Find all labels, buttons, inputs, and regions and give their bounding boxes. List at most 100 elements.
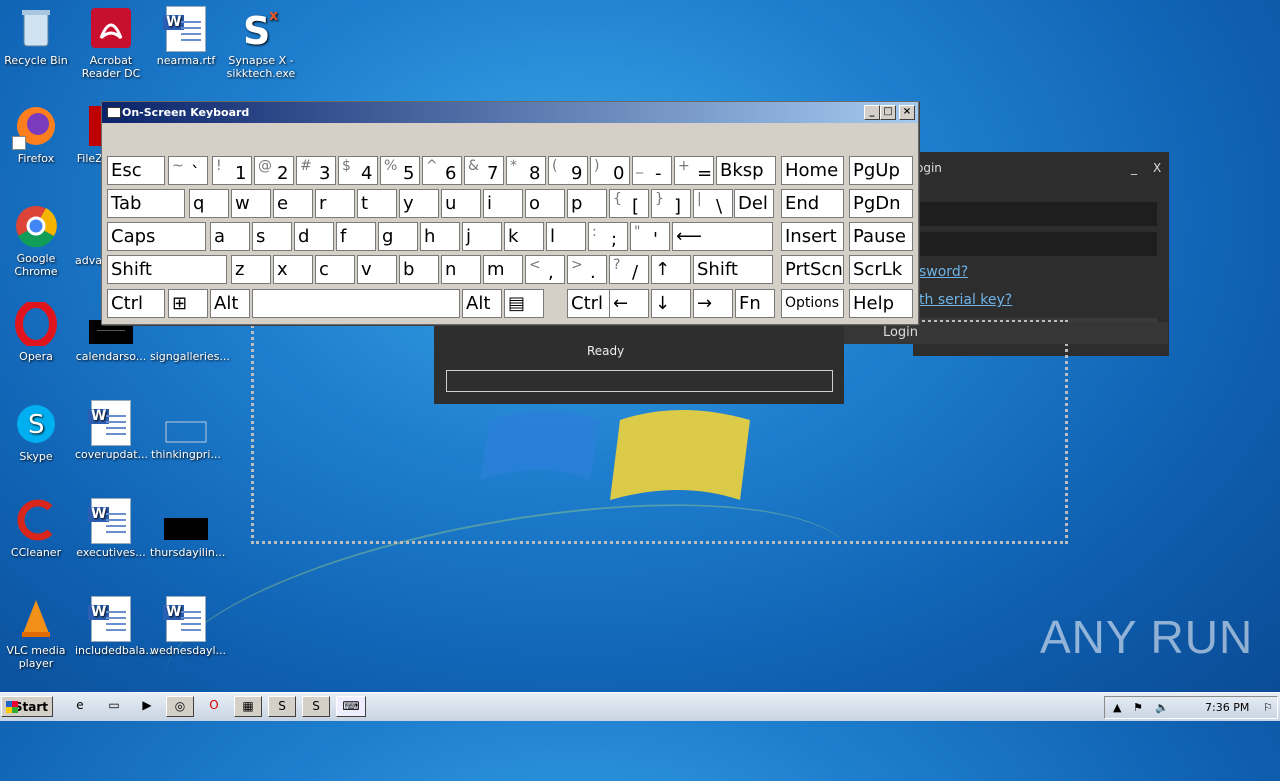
key-options[interactable]: Options xyxy=(781,289,844,318)
password-field[interactable] xyxy=(919,232,1157,256)
key-l[interactable]: l xyxy=(546,222,586,251)
key-row1-8[interactable]: & 7 xyxy=(464,156,504,185)
key-k[interactable]: k xyxy=(504,222,544,251)
key-←[interactable]: ← xyxy=(609,289,649,318)
osk-minimize-button[interactable]: _ xyxy=(864,105,880,120)
key-alt[interactable]: Alt xyxy=(210,289,250,318)
desktop-icon-acrobat[interactable]: Acrobat Reader DC xyxy=(75,6,147,80)
notification-flag-icon[interactable]: ⚐ xyxy=(1263,697,1273,718)
media-player-icon[interactable]: ▶ xyxy=(133,696,161,717)
winrar-taskbar-icon[interactable]: ▦ xyxy=(234,696,262,717)
key-m[interactable]: m xyxy=(483,255,523,284)
key-shift[interactable]: Shift xyxy=(693,255,773,284)
key-home[interactable]: Home xyxy=(781,156,844,185)
key-o[interactable]: o xyxy=(525,189,565,218)
key-insert[interactable]: Insert xyxy=(781,222,844,251)
osk-maximize-button[interactable]: □ xyxy=(880,105,896,120)
key-space[interactable] xyxy=(252,289,460,318)
flag-icon[interactable]: ⚑ xyxy=(1133,697,1143,718)
key-row1-4[interactable]: #3 xyxy=(296,156,336,185)
key-x[interactable]: x xyxy=(273,255,313,284)
key-help[interactable]: Help xyxy=(849,289,913,318)
key-pgdn[interactable]: PgDn xyxy=(849,189,913,218)
show-hidden-icons[interactable]: ▲ xyxy=(1113,697,1121,718)
desktop-icon-chrome[interactable]: Google Chrome xyxy=(0,204,72,278)
clock[interactable]: 7:36 PM xyxy=(1205,697,1249,718)
key-row4-8[interactable]: <, xyxy=(525,255,565,284)
opera-taskbar-icon[interactable]: O xyxy=(200,696,228,717)
key-▤[interactable]: ▤ xyxy=(504,289,544,318)
desktop-icon-ccleaner[interactable]: CCleaner xyxy=(0,498,72,559)
username-field[interactable] xyxy=(919,202,1157,226)
key-row1-9[interactable]: * 8 xyxy=(506,156,546,185)
key-e[interactable]: e xyxy=(273,189,313,218)
key-⊞[interactable]: ⊞ xyxy=(168,289,208,318)
volume-icon[interactable]: 🔈 xyxy=(1155,697,1169,718)
serial-key-link[interactable]: th serial key? xyxy=(919,292,1012,308)
desktop-icon-vlc[interactable]: VLC media player xyxy=(0,596,72,670)
key-row2-12[interactable]: }] xyxy=(651,189,691,218)
key-row1-10[interactable]: (9 xyxy=(548,156,588,185)
key-g[interactable]: g xyxy=(378,222,418,251)
desktop-icon-synapse[interactable]: Sx Synapse X - sikktech.exe xyxy=(225,6,297,80)
start-button[interactable]: Start xyxy=(1,696,53,717)
key-i[interactable]: i xyxy=(483,189,523,218)
key-end[interactable]: End xyxy=(781,189,844,218)
desktop-icon-executives[interactable]: executives... xyxy=(75,498,147,559)
key-n[interactable]: n xyxy=(441,255,481,284)
key-row4-10[interactable]: ? / xyxy=(609,255,649,284)
desktop-icon-wednesdayl[interactable]: wednesdayl... xyxy=(150,596,226,657)
key-f[interactable]: f xyxy=(336,222,376,251)
key-b[interactable]: b xyxy=(399,255,439,284)
key-ctrl[interactable]: Ctrl xyxy=(107,289,165,318)
key-↑[interactable]: ↑ xyxy=(651,255,691,284)
forgot-password-link[interactable]: sword? xyxy=(919,264,968,280)
explorer-icon[interactable]: ▭ xyxy=(100,696,128,717)
key-z[interactable]: z xyxy=(231,255,271,284)
key-bksp[interactable]: Bksp xyxy=(716,156,776,185)
desktop-icon-firefox[interactable]: Firefox xyxy=(0,104,72,165)
key-tab[interactable]: Tab xyxy=(107,189,185,218)
key-p[interactable]: p xyxy=(567,189,607,218)
key-→[interactable]: → xyxy=(693,289,733,318)
desktop-icon-recycle-bin[interactable]: Recycle Bin xyxy=(0,6,72,67)
key-s[interactable]: s xyxy=(252,222,292,251)
key-row3-11[interactable]: " ' xyxy=(630,222,670,251)
key-u[interactable]: u xyxy=(441,189,481,218)
key-a[interactable]: a xyxy=(210,222,250,251)
key-caps[interactable]: Caps xyxy=(107,222,206,251)
key-row1-7[interactable]: ^ 6 xyxy=(422,156,462,185)
key-row1-11[interactable]: ) 0 xyxy=(590,156,630,185)
key-row3-10[interactable]: :; xyxy=(588,222,628,251)
desktop-icon-includedbala[interactable]: includedbala... xyxy=(75,596,156,657)
key-row1-5[interactable]: $4 xyxy=(338,156,378,185)
osk-close-button[interactable]: × xyxy=(899,105,915,120)
key-del[interactable]: Del xyxy=(734,189,774,218)
key-row2-11[interactable]: {[ xyxy=(609,189,649,218)
key-c[interactable]: c xyxy=(315,255,355,284)
synapse-taskbar-icon-2[interactable]: S xyxy=(302,696,330,717)
chrome-taskbar-icon[interactable]: ◎ xyxy=(166,696,194,717)
desktop-icon-nearma[interactable]: nearma.rtf xyxy=(150,6,222,67)
key-row1-6[interactable]: % 5 xyxy=(380,156,420,185)
desktop-icon-thursdayilin[interactable]: thursdayilin... xyxy=(150,498,225,559)
key-row1-1[interactable]: ~ ` xyxy=(168,156,208,185)
key-pause[interactable]: Pause xyxy=(849,222,913,251)
key-t[interactable]: t xyxy=(357,189,397,218)
key-r[interactable]: r xyxy=(315,189,355,218)
key-h[interactable]: h xyxy=(420,222,460,251)
key-fn[interactable]: Fn xyxy=(735,289,775,318)
key-↓[interactable]: ↓ xyxy=(651,289,691,318)
login-close-button[interactable]: X xyxy=(1153,152,1161,184)
key-d[interactable]: d xyxy=(294,222,334,251)
key-pgup[interactable]: PgUp xyxy=(849,156,913,185)
osk-titlebar[interactable]: On-Screen Keyboard _ □ × xyxy=(102,102,918,123)
key-row1-3[interactable]: @2 xyxy=(254,156,294,185)
osk-taskbar-icon[interactable]: ⌨ xyxy=(336,696,366,717)
login-minimize-button[interactable]: _ xyxy=(1131,152,1137,184)
key-w[interactable]: w xyxy=(231,189,271,218)
key-y[interactable]: y xyxy=(399,189,439,218)
ie-icon[interactable]: e xyxy=(66,696,94,717)
synapse-taskbar-icon[interactable]: S xyxy=(268,696,296,717)
key-alt[interactable]: Alt xyxy=(462,289,502,318)
